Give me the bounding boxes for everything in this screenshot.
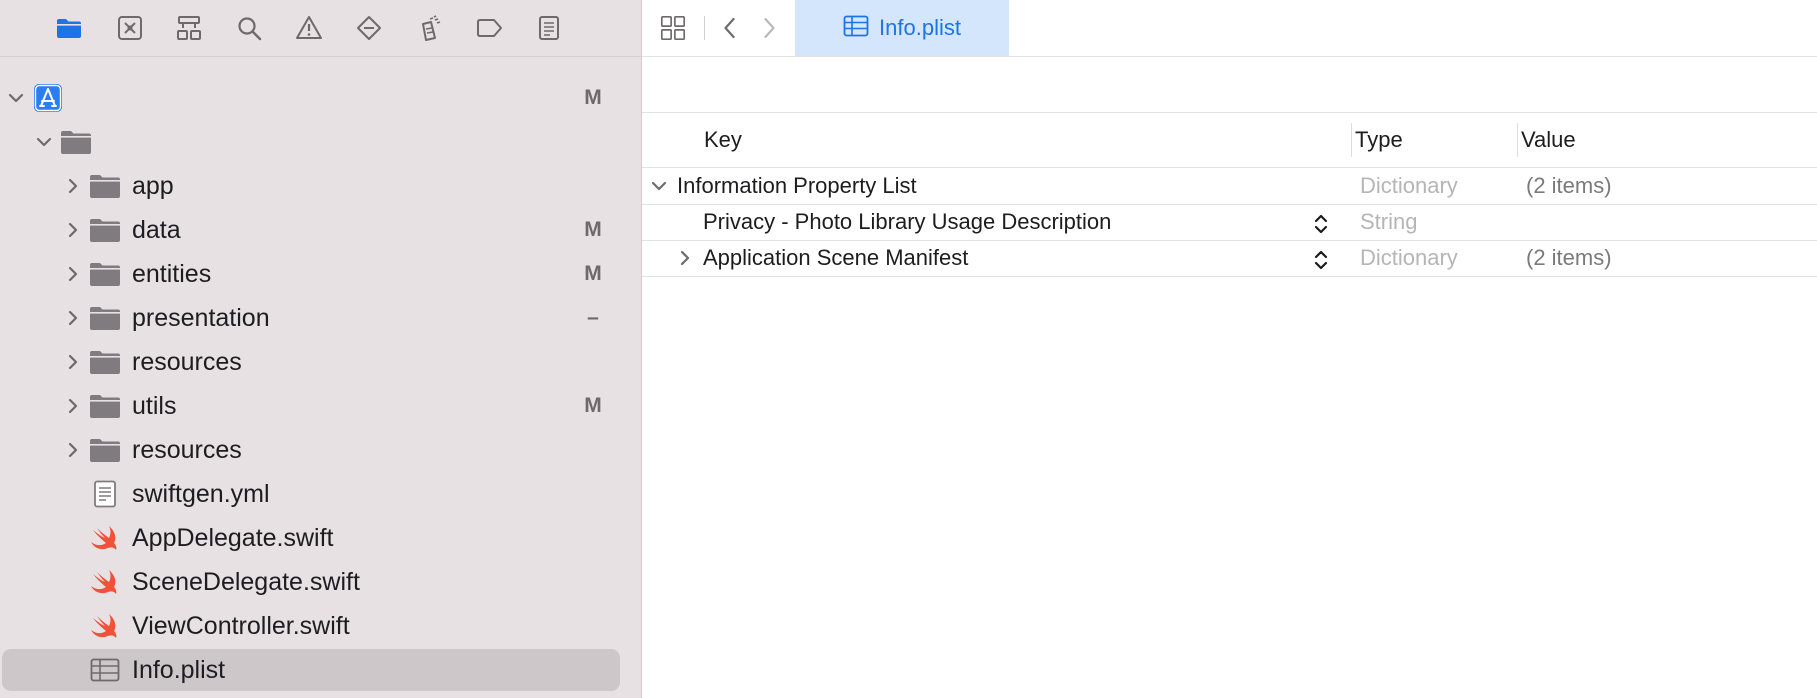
toolbar-divider — [704, 16, 705, 40]
item-label: AppDelegate.swift — [132, 523, 334, 552]
chevron-down-icon[interactable] — [36, 134, 52, 150]
swift-icon — [89, 568, 121, 596]
item-label: entities — [132, 259, 212, 288]
plist-icon — [89, 656, 121, 684]
item-label: resources — [132, 435, 242, 464]
project-navigator: Mapp data Mentities Mpresentation – resources… — [0, 0, 642, 698]
plist-value[interactable]: (2 items) — [1526, 245, 1612, 271]
hierarchy-icon[interactable] — [174, 13, 204, 43]
status-badge: – — [587, 306, 599, 329]
editor-tab-bar: Info.plist — [642, 0, 1817, 57]
plist-editor: Info.plist Key Type Value Information Pr… — [642, 0, 1817, 698]
app-project-icon — [32, 84, 64, 112]
back-chevron-icon[interactable] — [713, 12, 747, 44]
plist-icon — [843, 15, 869, 42]
column-type[interactable]: Type — [1355, 127, 1403, 153]
type-stepper-icon[interactable] — [1312, 246, 1330, 274]
list-item[interactable]: resources — [0, 428, 641, 472]
jump-bar — [642, 57, 1817, 113]
chevron-right-icon[interactable] — [65, 222, 81, 238]
list-item[interactable]: utils M — [0, 384, 641, 428]
report-icon[interactable] — [534, 13, 564, 43]
chevron-right-icon[interactable] — [65, 266, 81, 282]
tab-info-plist[interactable]: Info.plist — [795, 0, 1009, 56]
chevron-right-icon[interactable] — [65, 398, 81, 414]
list-item[interactable]: presentation – — [0, 296, 641, 340]
swift-icon — [89, 524, 121, 552]
table-row[interactable]: Privacy - Photo Library Usage Descriptio… — [642, 204, 1817, 241]
item-label: data — [132, 215, 181, 244]
folder-icon — [60, 128, 92, 156]
tab-label: Info.plist — [879, 15, 961, 40]
chevron-right-icon[interactable] — [65, 178, 81, 194]
folder-icon — [89, 348, 121, 376]
breakpoint-icon[interactable] — [474, 13, 504, 43]
chevron-right-icon[interactable] — [65, 442, 81, 458]
plist-key[interactable]: Information Property List — [677, 173, 917, 199]
plist-type[interactable]: Dictionary — [1360, 173, 1458, 199]
plist-key[interactable]: Application Scene Manifest — [703, 245, 968, 271]
column-divider[interactable] — [1351, 123, 1352, 157]
list-item[interactable]: data M — [0, 208, 641, 252]
column-divider[interactable] — [1517, 123, 1518, 157]
table-row[interactable]: Application Scene Manifest Dictionary (2 i… — [642, 240, 1817, 277]
item-label: resources — [132, 347, 242, 376]
folder-icon — [89, 172, 121, 200]
column-header: Key Type Value — [642, 113, 1817, 168]
list-item[interactable]: resources — [0, 340, 641, 384]
list-item[interactable]: ViewController.swift — [0, 604, 641, 648]
swift-icon — [89, 612, 121, 640]
list-item[interactable]: SceneDelegate.swift — [0, 560, 641, 604]
debug-icon[interactable] — [414, 13, 444, 43]
item-label: app — [132, 171, 174, 200]
item-label: utils — [132, 391, 177, 420]
list-item[interactable]: swiftgen.yml — [0, 472, 641, 516]
test-icon[interactable] — [354, 13, 384, 43]
list-item[interactable]: entities M — [0, 252, 641, 296]
plist-type[interactable]: Dictionary — [1360, 245, 1458, 271]
plist-key[interactable]: Privacy - Photo Library Usage Descriptio… — [703, 209, 1111, 235]
plist-value[interactable]: (2 items) — [1526, 173, 1612, 199]
list-item[interactable]: M — [0, 76, 641, 120]
item-label: swiftgen.yml — [132, 479, 270, 508]
status-badge: M — [584, 262, 602, 285]
folder-icon — [89, 304, 121, 332]
status-badge: M — [584, 394, 602, 417]
grid-icon[interactable] — [656, 12, 690, 44]
chevron-right-icon[interactable] — [65, 354, 81, 370]
column-value[interactable]: Value — [1521, 127, 1576, 153]
forward-chevron-icon[interactable] — [752, 12, 786, 44]
navigator-selector-bar — [0, 0, 641, 57]
source-control-icon[interactable] — [115, 13, 145, 43]
column-key[interactable]: Key — [704, 127, 742, 153]
item-label: ViewController.swift — [132, 611, 350, 640]
item-label: SceneDelegate.swift — [132, 567, 360, 596]
folder-icon[interactable] — [54, 13, 84, 43]
warning-icon[interactable] — [294, 13, 324, 43]
list-item[interactable]: Info.plist — [0, 648, 641, 692]
item-label: presentation — [132, 303, 270, 332]
document-icon — [89, 480, 121, 508]
list-item[interactable]: AppDelegate.swift — [0, 516, 641, 560]
folder-icon — [89, 216, 121, 244]
list-item[interactable]: app — [0, 164, 641, 208]
type-stepper-icon[interactable] — [1312, 210, 1330, 238]
status-badge: M — [584, 218, 602, 241]
chevron-down-icon[interactable] — [651, 178, 667, 194]
plist-type[interactable]: String — [1360, 209, 1417, 235]
chevron-down-icon[interactable] — [8, 90, 24, 106]
item-label: Info.plist — [132, 655, 226, 684]
folder-icon — [89, 436, 121, 464]
folder-icon — [89, 392, 121, 420]
chevron-right-icon[interactable] — [65, 310, 81, 326]
folder-icon — [89, 260, 121, 288]
search-icon[interactable] — [234, 13, 264, 43]
list-item[interactable] — [0, 120, 641, 164]
status-badge: M — [584, 86, 602, 109]
table-row[interactable]: Information Property List Dictionary (2 it… — [642, 168, 1817, 205]
chevron-right-icon[interactable] — [677, 250, 693, 266]
